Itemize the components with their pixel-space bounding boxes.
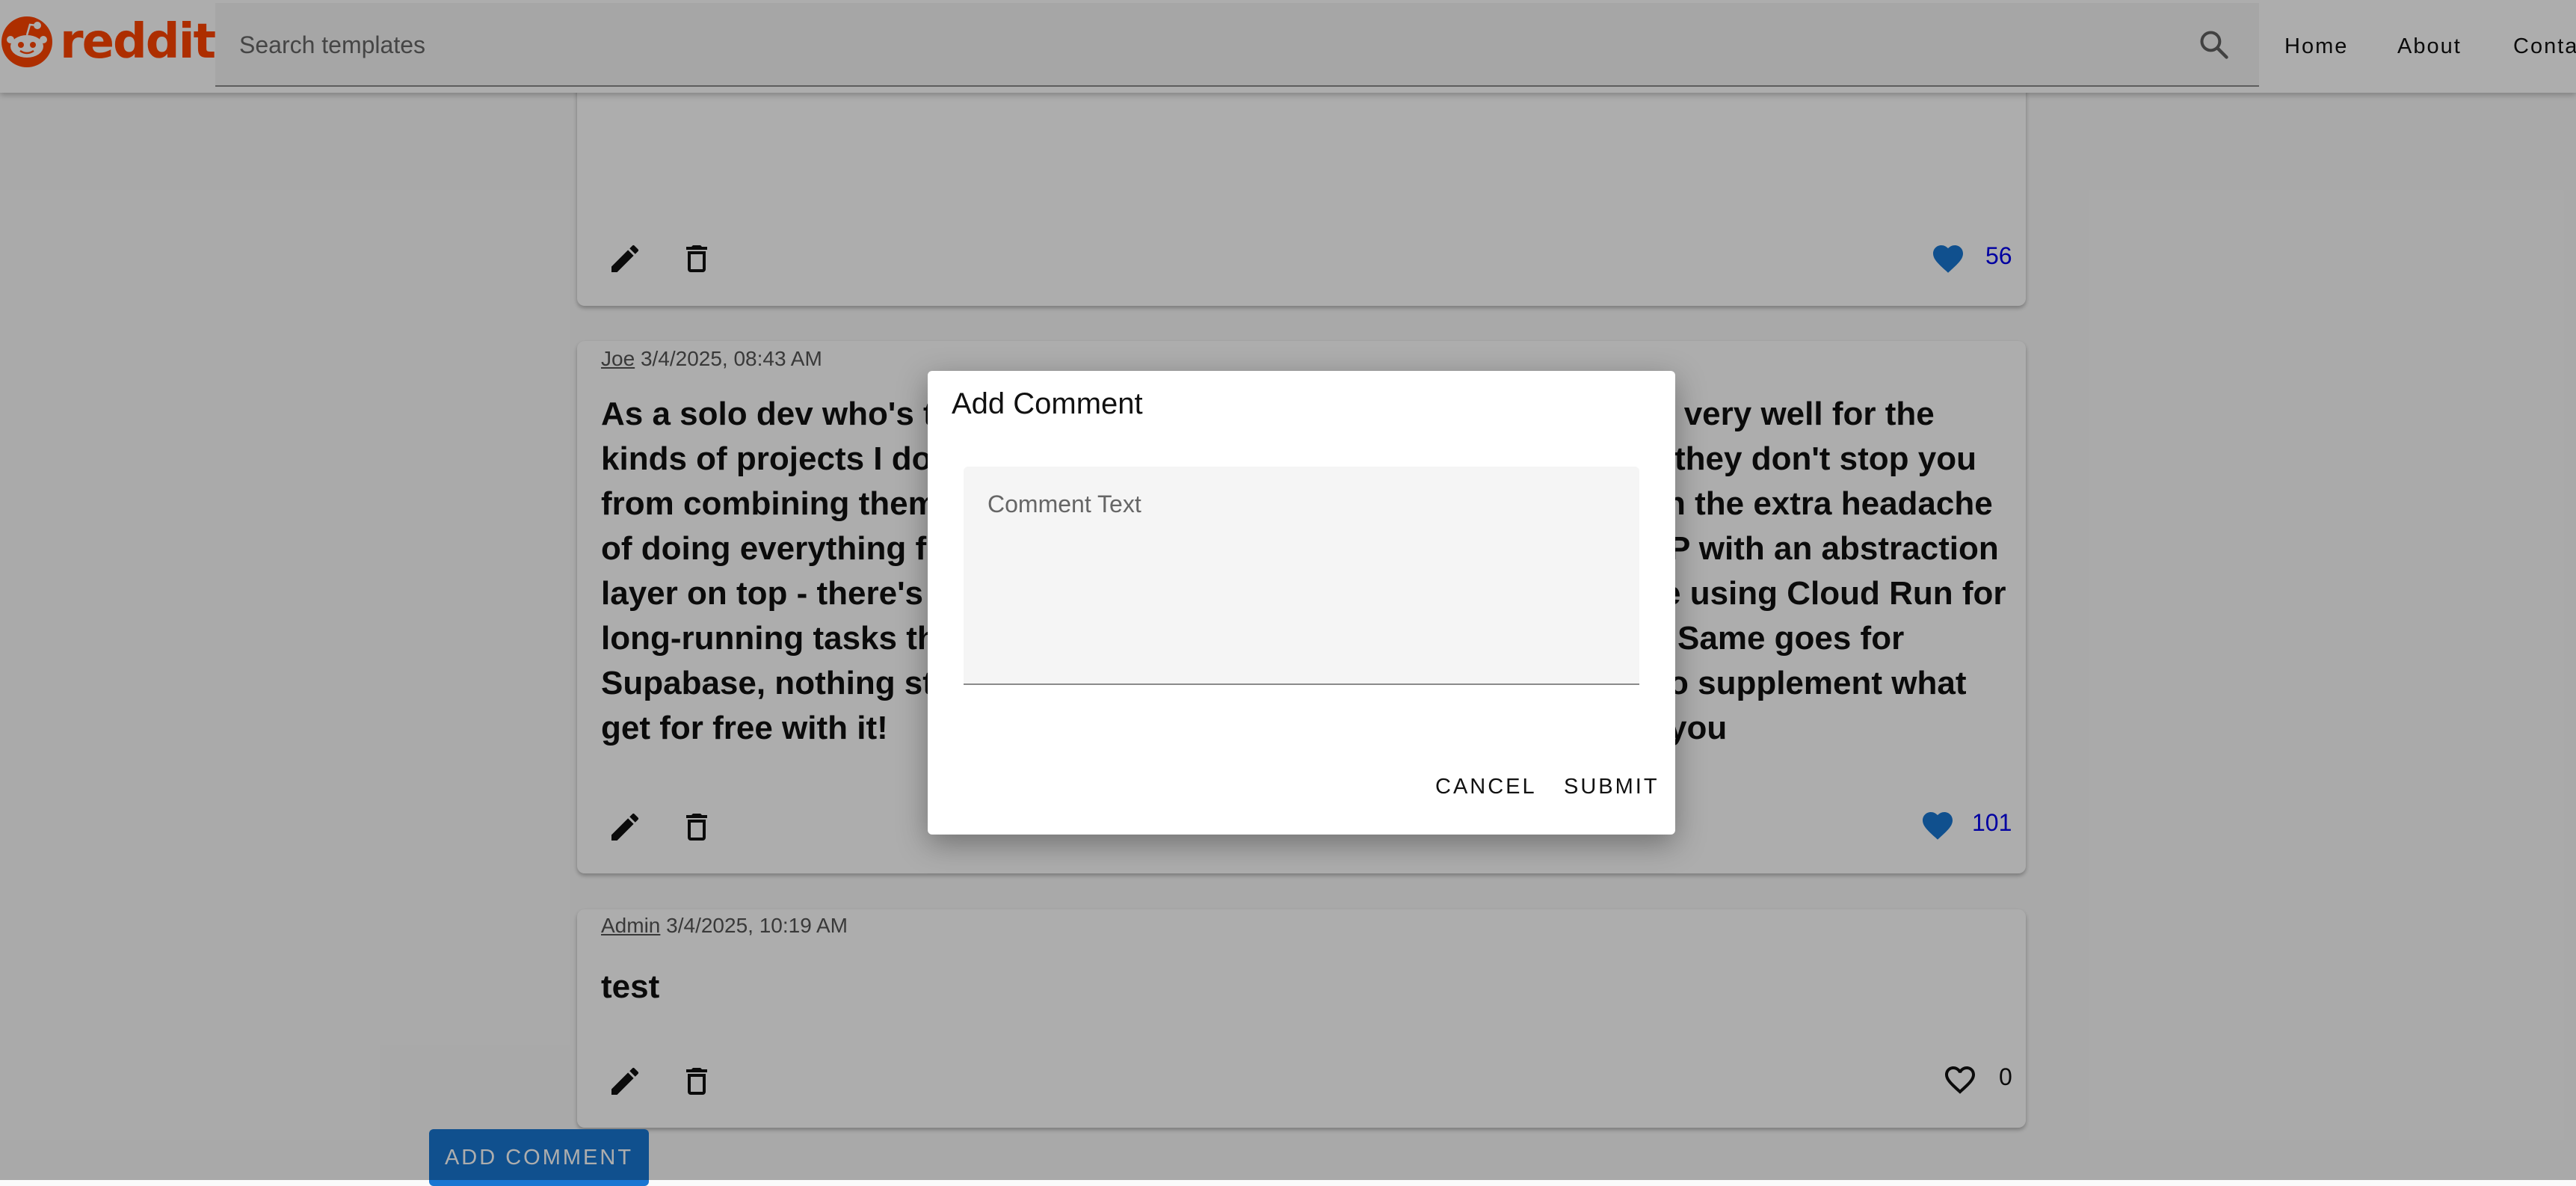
dialog-title: Add Comment xyxy=(952,387,1143,420)
submit-button[interactable]: SUBMIT xyxy=(1564,775,1660,799)
add-comment-dialog: Add Comment Comment Text CANCEL SUBMIT xyxy=(928,371,1675,835)
comment-text-field[interactable]: Comment Text xyxy=(964,467,1639,685)
comment-text-placeholder: Comment Text xyxy=(987,491,1141,517)
cancel-button[interactable]: CANCEL xyxy=(1435,775,1537,799)
